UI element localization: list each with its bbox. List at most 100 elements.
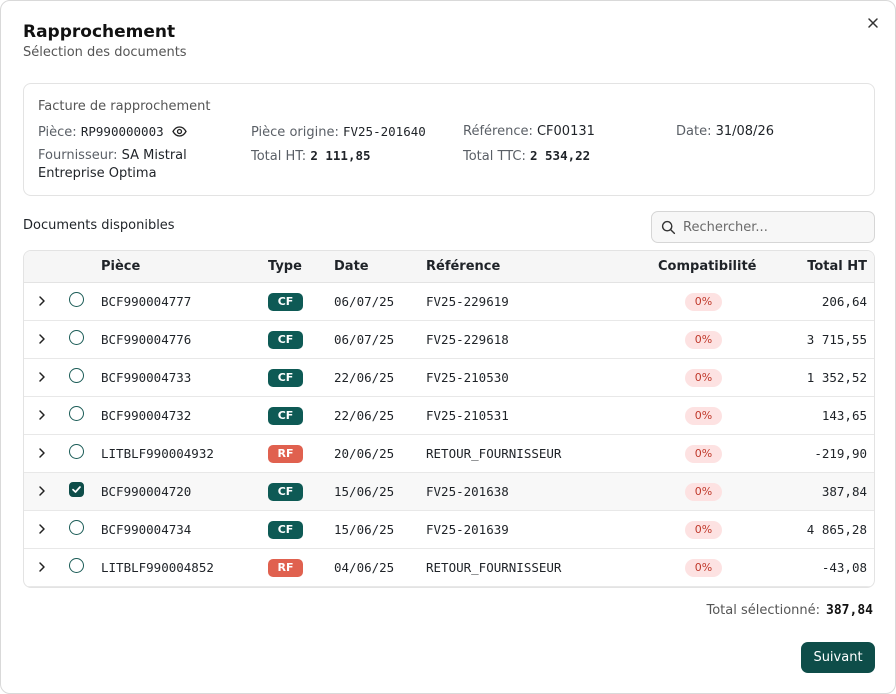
chevron-right-icon[interactable]: [37, 561, 47, 573]
row-select-radio[interactable]: [69, 558, 84, 573]
row-reference: FV25-229619: [426, 294, 509, 309]
row-piece: BCF990004720: [101, 484, 192, 499]
table-row[interactable]: BCF990004734 CF 15/06/25 FV25-201639 0% 4 865…: [24, 511, 874, 549]
row-piece: LITBLF990004852: [101, 560, 214, 575]
invoice-reference-label: Référence:: [463, 124, 533, 139]
invoice-supplier-line2: Entreprise Optima: [38, 166, 157, 181]
row-reference: FV25-210531: [426, 408, 509, 423]
row-piece: BCF990004734: [101, 522, 192, 537]
row-select-radio[interactable]: [69, 406, 84, 421]
row-piece: BCF990004732: [101, 408, 192, 423]
table-row[interactable]: BCF990004777 CF 06/07/25 FV25-229619 0% 206,6…: [24, 283, 874, 321]
search-input[interactable]: [683, 212, 871, 242]
row-compatibility-badge: 0%: [685, 331, 722, 349]
row-reference: FV25-201638: [426, 484, 509, 499]
invoice-supplier-label: Fournisseur:: [38, 148, 118, 163]
table-row[interactable]: BCF990004720 CF 15/06/25 FV25-201638 0% 387,8…: [24, 473, 874, 511]
total-selected-label: Total sélectionné:: [706, 603, 821, 618]
row-piece: BCF990004733: [101, 370, 192, 385]
row-piece: LITBLF990004932: [101, 446, 214, 461]
row-date: 06/07/25: [334, 332, 395, 347]
invoice-supplier: Fournisseur: SA Mistral Entreprise Optim…: [38, 147, 187, 183]
row-date: 22/06/25: [334, 370, 395, 385]
table-row[interactable]: LITBLF990004932 RF 20/06/25 RETOUR_FOURNISS…: [24, 435, 874, 473]
row-type-badge: CF: [268, 331, 303, 349]
invoice-total-ht: Total HT: 2 111,85: [251, 147, 371, 166]
invoice-supplier-line1: SA Mistral: [121, 148, 187, 163]
row-total-ht: 206,64: [821, 294, 867, 309]
row-compatibility-badge: 0%: [685, 369, 722, 387]
invoice-date-value: 31/08/26: [715, 124, 774, 139]
chevron-right-icon[interactable]: [37, 295, 47, 307]
row-type-badge: CF: [268, 407, 303, 425]
row-total-ht: 387,84: [821, 484, 867, 499]
dialog-subtitle: Sélection des documents: [23, 45, 187, 60]
table-row[interactable]: BCF990004732 CF 22/06/25 FV25-210531 0% 143,6…: [24, 397, 874, 435]
row-total-ht: 143,65: [821, 408, 867, 423]
chevron-right-icon[interactable]: [37, 409, 47, 421]
row-compatibility-badge: 0%: [685, 407, 722, 425]
rapprochement-dialog: Rapprochement Sélection des documents Fa…: [0, 0, 896, 694]
row-compatibility-badge: 0%: [685, 445, 722, 463]
row-type-badge: CF: [268, 293, 303, 311]
row-reference: FV25-229618: [426, 332, 509, 347]
total-selected: Total sélectionné: 387,84: [706, 603, 873, 618]
row-type-badge: RF: [268, 559, 303, 577]
row-compatibility-badge: 0%: [685, 293, 722, 311]
col-total-ht[interactable]: Total HT: [807, 259, 867, 274]
col-compatibility[interactable]: Compatibilité: [658, 259, 756, 274]
col-reference[interactable]: Référence: [426, 259, 500, 274]
row-total-ht: 4 865,28: [806, 522, 867, 537]
check-icon: [72, 486, 81, 493]
col-piece[interactable]: Pièce: [101, 259, 140, 274]
chevron-right-icon[interactable]: [37, 333, 47, 345]
row-date: 20/06/25: [334, 446, 395, 461]
row-type-badge: CF: [268, 369, 303, 387]
col-date[interactable]: Date: [334, 259, 369, 274]
row-piece: BCF990004777: [101, 294, 192, 309]
invoice-total-ttc-label: Total TTC:: [463, 149, 526, 164]
invoice-card-title: Facture de rapprochement: [38, 99, 211, 114]
row-select-radio[interactable]: [69, 292, 84, 307]
invoice-piece: Pièce: RP990000003: [38, 123, 187, 142]
row-total-ht: -219,90: [814, 446, 867, 461]
chevron-right-icon[interactable]: [37, 485, 47, 497]
row-compatibility-badge: 0%: [685, 559, 722, 577]
search-icon: [661, 220, 676, 235]
eye-icon[interactable]: [172, 126, 187, 137]
row-select-radio[interactable]: [69, 444, 84, 459]
row-date: 15/06/25: [334, 484, 395, 499]
row-type-badge: CF: [268, 483, 303, 501]
documents-section-label: Documents disponibles: [23, 218, 175, 233]
row-compatibility-badge: 0%: [685, 521, 722, 539]
chevron-right-icon[interactable]: [37, 371, 47, 383]
row-select-checkbox-checked[interactable]: [69, 482, 84, 497]
row-select-radio[interactable]: [69, 368, 84, 383]
table-row[interactable]: LITBLF990004852 RF 04/06/25 RETOUR_FOURNISS…: [24, 549, 874, 587]
invoice-date: Date: 31/08/26: [676, 123, 774, 141]
close-icon[interactable]: [865, 15, 881, 31]
invoice-total-ht-label: Total HT:: [251, 149, 307, 164]
invoice-total-ht-value: 2 111,85: [310, 148, 371, 163]
invoice-piece-label: Pièce:: [38, 125, 77, 140]
row-total-ht: 3 715,55: [806, 332, 867, 347]
next-button[interactable]: Suivant: [801, 642, 875, 673]
row-reference: FV25-201639: [426, 522, 509, 537]
col-type[interactable]: Type: [268, 259, 302, 274]
row-date: 15/06/25: [334, 522, 395, 537]
row-total-ht: 1 352,52: [806, 370, 867, 385]
table-row[interactable]: BCF990004776 CF 06/07/25 FV25-229618 0% 3 715…: [24, 321, 874, 359]
row-select-radio[interactable]: [69, 330, 84, 345]
table-row[interactable]: BCF990004733 CF 22/06/25 FV25-210530 0% 1 352…: [24, 359, 874, 397]
row-reference: RETOUR_FOURNISSEUR: [426, 446, 562, 461]
chevron-right-icon[interactable]: [37, 447, 47, 459]
row-select-radio[interactable]: [69, 520, 84, 535]
dialog-title: Rapprochement: [23, 22, 176, 42]
invoice-total-ttc: Total TTC: 2 534,22: [463, 147, 590, 166]
table-header: Pièce Type Date Référence Compatibilité …: [24, 251, 874, 283]
invoice-origin-value: FV25-201640: [342, 124, 426, 139]
chevron-right-icon[interactable]: [37, 523, 47, 535]
row-piece: BCF990004776: [101, 332, 192, 347]
total-selected-value: 387,84: [826, 603, 873, 618]
invoice-reference: Référence: CF00131: [463, 123, 595, 141]
